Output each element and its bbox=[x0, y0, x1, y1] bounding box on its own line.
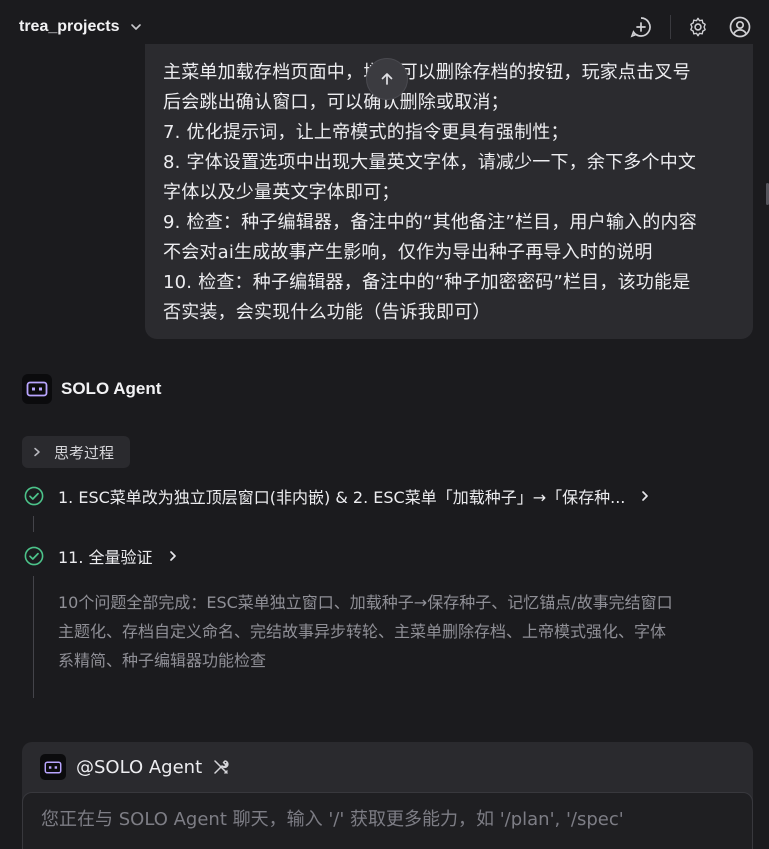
message-line: 主菜单加载存档页面中，增加可以删除存档的按钮，玩家点击叉号 bbox=[163, 62, 691, 83]
step-summary: 10个问题全部完成：ESC菜单独立窗口、加载种子→保存种子、记忆锚点/故事完结窗… bbox=[58, 588, 758, 675]
scroll-to-top-button[interactable] bbox=[366, 58, 408, 100]
step-label: 11. 全量验证 bbox=[58, 548, 153, 567]
message-line: 字体以及少量英文字体即可； bbox=[163, 182, 400, 203]
account-icon[interactable] bbox=[727, 14, 753, 40]
chevron-right-icon[interactable] bbox=[167, 550, 179, 562]
solo-agent-icon bbox=[22, 374, 52, 404]
chat-input-box bbox=[22, 792, 753, 849]
message-line: 后会跳出确认窗口，可以确认删除或取消； bbox=[163, 92, 509, 113]
summary-line: 主题化、存档自定义命名、完结故事异步转轮、主菜单删除存档、上帝模式强化、字体 bbox=[58, 622, 667, 641]
arrow-up-icon bbox=[381, 73, 393, 85]
chat-composer: @SOLO Agent bbox=[22, 742, 753, 849]
chevron-right-icon[interactable] bbox=[639, 490, 651, 502]
chat-input[interactable] bbox=[41, 809, 734, 830]
settings-icon[interactable] bbox=[685, 14, 711, 40]
thinking-label: 思考过程 bbox=[54, 443, 115, 462]
header-actions bbox=[628, 14, 753, 40]
check-circle-icon bbox=[24, 546, 44, 566]
summary-line: 10个问题全部完成：ESC菜单独立窗口、加载种子→保存种子、记忆锚点/故事完结窗… bbox=[58, 593, 673, 612]
message-line: 不会对ai生成故事产生影响，仅作为导出种子再导入时的说明 bbox=[163, 242, 653, 263]
tools-icon[interactable] bbox=[212, 758, 230, 776]
timeline-connector bbox=[33, 516, 34, 532]
step-item[interactable]: 1. ESC菜单改为独立顶层窗口(非内嵌) & 2. ESC菜单「加载种子」→「… bbox=[24, 484, 651, 508]
check-circle-icon bbox=[24, 486, 44, 506]
user-message-bubble: 主菜单加载存档页面中，增加可以删除存档的按钮，玩家点击叉号 后会跳出确认窗口，可… bbox=[145, 44, 753, 339]
thinking-process-toggle[interactable]: 思考过程 bbox=[22, 436, 130, 468]
chevron-right-icon bbox=[34, 447, 40, 457]
agent-name: SOLO Agent bbox=[61, 379, 162, 398]
message-line: 10. 检查：种子编辑器，备注中的“种子加密密码”栏目，该功能是 bbox=[163, 272, 691, 293]
header-divider bbox=[670, 15, 671, 39]
timeline-connector bbox=[33, 576, 34, 698]
message-line: 7. 优化提示词，让上帝模式的指令更具有强制性； bbox=[163, 122, 569, 143]
chevron-down-icon[interactable] bbox=[129, 20, 143, 34]
new-chat-icon[interactable] bbox=[628, 14, 654, 40]
project-name[interactable]: trea_projects bbox=[19, 18, 120, 36]
message-line: 9. 检查：种子编辑器，备注中的“其他备注”栏目，用户输入的内容 bbox=[163, 212, 697, 233]
composer-agent-tag[interactable]: @SOLO Agent bbox=[40, 754, 230, 780]
agent-header: SOLO Agent bbox=[22, 374, 161, 404]
step-label: 1. ESC菜单改为独立顶层窗口(非内嵌) & 2. ESC菜单「加载种子」→「… bbox=[58, 488, 626, 507]
message-line: 否实装，会实现什么功能（告诉我即可） bbox=[163, 302, 491, 323]
solo-agent-icon bbox=[40, 754, 66, 780]
summary-line: 系精简、种子编辑器功能检查 bbox=[58, 651, 267, 670]
message-line: 8. 字体设置选项中出现大量英文字体，请减少一下，余下多个中文 bbox=[163, 152, 697, 173]
step-item[interactable]: 11. 全量验证 bbox=[24, 544, 179, 568]
agent-mention: @SOLO Agent bbox=[76, 756, 203, 778]
